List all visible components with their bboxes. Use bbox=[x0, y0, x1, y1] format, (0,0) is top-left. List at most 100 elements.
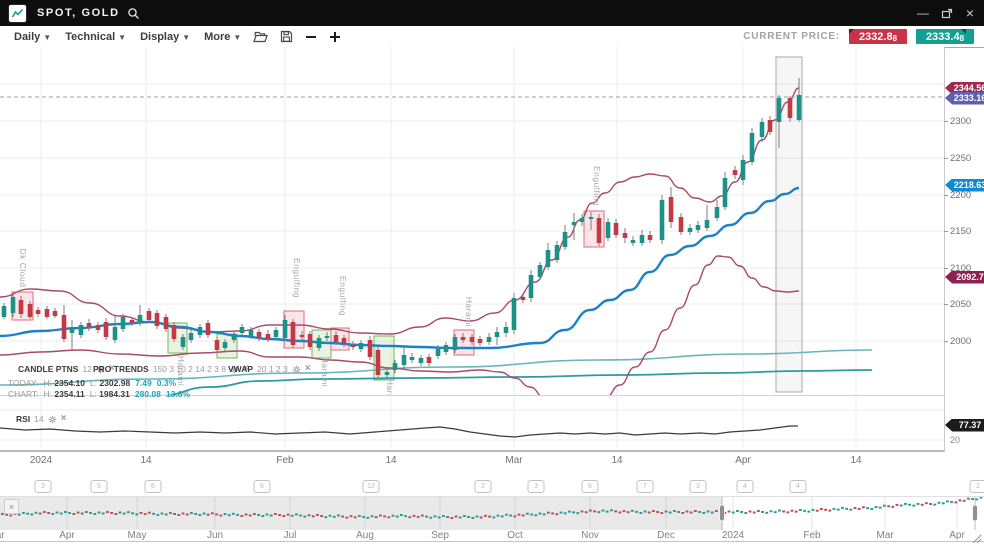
calendar-marker[interactable]: 3 bbox=[690, 480, 707, 493]
menu-display[interactable]: Display▼ bbox=[140, 31, 190, 43]
pattern-label: Engulfing bbox=[338, 276, 348, 316]
candle-body bbox=[376, 350, 381, 375]
candle-body bbox=[198, 327, 203, 335]
candle-body bbox=[750, 133, 755, 162]
x-tick-label: 2024 bbox=[30, 455, 52, 466]
candle-body bbox=[660, 200, 665, 240]
stat-value: 7.49 bbox=[135, 378, 152, 388]
calendar-marker[interactable]: 2 bbox=[970, 480, 984, 493]
menu-daily[interactable]: Daily▼ bbox=[14, 31, 51, 43]
indicator-params: 12 bbox=[82, 364, 91, 374]
candle-body bbox=[402, 355, 407, 365]
title-bar: SPOT, GOLD — × bbox=[0, 0, 984, 26]
menu-more[interactable]: More▼ bbox=[204, 31, 241, 43]
candle-body bbox=[232, 334, 237, 340]
search-icon[interactable] bbox=[127, 7, 140, 20]
candle-body bbox=[741, 160, 746, 180]
candle-body bbox=[2, 306, 7, 317]
navigator-month-label: 2024 bbox=[722, 530, 744, 541]
current-price-label: CURRENT PRICE: bbox=[743, 31, 840, 42]
close-button[interactable]: × bbox=[966, 0, 974, 26]
candle-body bbox=[487, 337, 492, 342]
candle-body bbox=[45, 309, 50, 317]
stat-value: 2354.10 bbox=[54, 378, 85, 388]
stat-value: 0.3% bbox=[157, 378, 176, 388]
resize-grip-icon[interactable] bbox=[971, 533, 983, 544]
rsi-remove-icon[interactable]: × bbox=[61, 415, 67, 423]
indicator-name: CANDLE PTNS bbox=[18, 364, 78, 374]
rsi-settings-gear-icon[interactable] bbox=[48, 415, 57, 424]
navigator-month-label: Nov bbox=[581, 530, 599, 541]
calendar-marker[interactable]: 6 bbox=[254, 480, 271, 493]
rsi-pane[interactable] bbox=[0, 395, 945, 452]
save-icon[interactable] bbox=[280, 30, 293, 43]
candle-body bbox=[648, 235, 653, 240]
candle-body bbox=[96, 325, 101, 330]
menu-technical[interactable]: Technical▼ bbox=[65, 31, 126, 43]
main-price-chart[interactable]: Dk CloudEngulfingEngulfingHaramiHaramiHa… bbox=[0, 47, 945, 395]
trading-app-window: SPOT, GOLD — × Daily▼ Technical▼ Display▼ M… bbox=[0, 0, 984, 545]
candle-body bbox=[274, 330, 279, 337]
price-badge: 2218.63 bbox=[945, 179, 984, 192]
settings-gear-icon[interactable] bbox=[292, 365, 301, 374]
navigator-month-label: Feb bbox=[803, 530, 820, 541]
candle-body bbox=[113, 327, 118, 340]
x-tick-label: Apr bbox=[735, 455, 751, 466]
pattern-label: Harami bbox=[385, 379, 395, 395]
navigator-close-button[interactable]: × bbox=[4, 499, 19, 514]
calendar-marker[interactable]: 12 bbox=[363, 480, 380, 493]
calendar-marker[interactable]: 3 bbox=[528, 480, 545, 493]
stat-value: 280.08 bbox=[135, 389, 161, 399]
y-tick-mark bbox=[944, 195, 948, 196]
candle-body bbox=[70, 327, 75, 333]
y-tick-mark bbox=[944, 158, 948, 159]
indicator-legend-pro-trends: PRO TRENDS150 3 10 2 14 2 3 8× bbox=[93, 364, 249, 374]
stat-value: L: 2302.98 bbox=[90, 378, 130, 388]
restore-button[interactable] bbox=[941, 7, 954, 20]
ask-price-badge: 2333.48 bbox=[916, 29, 974, 44]
rsi-name: RSI bbox=[16, 414, 30, 424]
candle-body bbox=[342, 338, 347, 344]
candlestick bbox=[660, 195, 665, 244]
calendar-marker[interactable]: 5 bbox=[91, 480, 108, 493]
y-tick-label: 2300 bbox=[950, 116, 971, 127]
indicator-legend-vwap: VWAP20 1 2 3× bbox=[228, 364, 311, 374]
zoom-out-icon[interactable] bbox=[305, 31, 317, 43]
navigator-month-label: Aug bbox=[356, 530, 374, 541]
candle-body bbox=[777, 98, 782, 122]
candle-body bbox=[334, 335, 339, 342]
navigator-month-label: Jul bbox=[284, 530, 297, 541]
candle-body bbox=[164, 317, 169, 329]
navigator-left-handle[interactable] bbox=[720, 505, 725, 521]
candle-body bbox=[121, 317, 126, 329]
y-tick-label: 2000 bbox=[950, 336, 971, 347]
navigator-strip[interactable] bbox=[0, 497, 984, 541]
candle-body bbox=[266, 334, 271, 339]
navigator-bottom-border bbox=[0, 541, 984, 542]
remove-indicator-icon[interactable]: × bbox=[305, 365, 311, 373]
candle-body bbox=[28, 304, 33, 317]
calendar-marker[interactable]: 6 bbox=[145, 480, 162, 493]
y-tick-mark bbox=[944, 304, 948, 305]
pattern-label: Dk Cloud bbox=[18, 249, 28, 288]
navigator-right-handle[interactable] bbox=[973, 505, 978, 521]
stat-value: L: 1984.31 bbox=[90, 389, 130, 399]
calendar-marker[interactable]: 2 bbox=[475, 480, 492, 493]
candlestick bbox=[291, 319, 296, 348]
candle-body bbox=[723, 178, 728, 207]
stat-value: 13.6% bbox=[166, 389, 190, 399]
price-badge: 2333.16 bbox=[945, 92, 984, 105]
calendar-marker[interactable]: 3 bbox=[35, 480, 52, 493]
calendar-marker[interactable]: 7 bbox=[637, 480, 654, 493]
candle-body bbox=[79, 325, 84, 335]
calendar-marker[interactable]: 4 bbox=[790, 480, 807, 493]
x-tick-label: Feb bbox=[276, 455, 293, 466]
open-folder-icon[interactable] bbox=[253, 31, 268, 43]
y-tick-mark bbox=[944, 231, 948, 232]
navigator-month-label: Apr bbox=[949, 530, 965, 541]
calendar-marker[interactable]: 6 bbox=[582, 480, 599, 493]
zoom-in-icon[interactable] bbox=[329, 31, 341, 43]
calendar-marker[interactable]: 4 bbox=[737, 480, 754, 493]
minimize-button[interactable]: — bbox=[917, 0, 929, 26]
candle-body bbox=[300, 335, 305, 337]
